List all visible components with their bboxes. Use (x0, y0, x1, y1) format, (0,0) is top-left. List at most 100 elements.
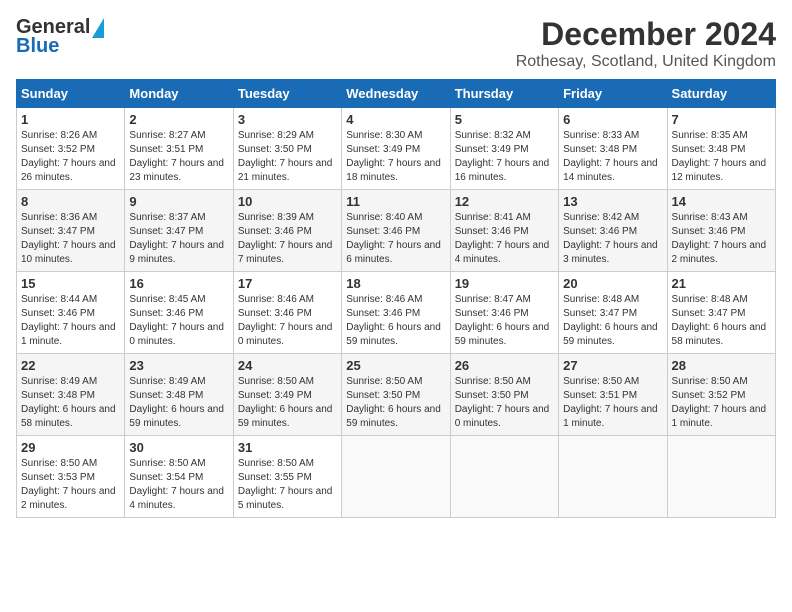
calendar-week-4: 22 Sunrise: 8:49 AMSunset: 3:48 PMDayligh… (17, 354, 776, 436)
header-saturday: Saturday (667, 80, 775, 108)
page-header: General Blue December 2024 Rothesay, Sco… (16, 16, 776, 71)
calendar-table: Sunday Monday Tuesday Wednesday Thursday… (16, 79, 776, 518)
day-info: Sunrise: 8:50 AMSunset: 3:54 PMDaylight:… (129, 457, 228, 513)
day-info: Sunrise: 8:32 AMSunset: 3:49 PMDaylight:… (455, 129, 554, 185)
day-info: Sunrise: 8:39 AMSunset: 3:46 PMDaylight:… (238, 211, 337, 267)
day-number: 8 (21, 194, 120, 209)
day-number: 30 (129, 440, 228, 455)
day-number: 28 (672, 358, 771, 373)
day-number: 13 (563, 194, 662, 209)
day-info: Sunrise: 8:49 AMSunset: 3:48 PMDaylight:… (21, 375, 120, 431)
table-row: 18Sunrise: 8:46 AMSunset: 3:46 PMDayligh… (342, 272, 450, 354)
day-info: Sunrise: 8:44 AMSunset: 3:46 PMDaylight:… (21, 293, 120, 349)
day-info: Sunrise: 8:50 AMSunset: 3:50 PMDaylight:… (346, 375, 445, 431)
calendar-week-5: 29 Sunrise: 8:50 AMSunset: 3:53 PMDayligh… (17, 436, 776, 518)
day-number: 12 (455, 194, 554, 209)
day-info: Sunrise: 8:48 AMSunset: 3:47 PMDaylight:… (563, 293, 662, 349)
day-number: 14 (672, 194, 771, 209)
header-sunday: Sunday (17, 80, 125, 108)
calendar-title: December 2024 (516, 16, 776, 53)
table-row: 22 Sunrise: 8:49 AMSunset: 3:48 PMDayligh… (17, 354, 125, 436)
day-info: Sunrise: 8:50 AMSunset: 3:50 PMDaylight:… (455, 375, 554, 431)
day-info: Sunrise: 8:50 AMSunset: 3:49 PMDaylight:… (238, 375, 337, 431)
day-number: 10 (238, 194, 337, 209)
day-number: 17 (238, 276, 337, 291)
calendar-week-2: 8 Sunrise: 8:36 AMSunset: 3:47 PMDaylight… (17, 190, 776, 272)
day-number: 5 (455, 112, 554, 127)
day-number: 22 (21, 358, 120, 373)
table-row: 14Sunrise: 8:43 AMSunset: 3:46 PMDayligh… (667, 190, 775, 272)
day-number: 27 (563, 358, 662, 373)
day-number: 26 (455, 358, 554, 373)
day-number: 6 (563, 112, 662, 127)
day-info: Sunrise: 8:27 AMSunset: 3:51 PMDaylight:… (129, 129, 228, 185)
day-info: Sunrise: 8:49 AMSunset: 3:48 PMDaylight:… (129, 375, 228, 431)
table-row: 5 Sunrise: 8:32 AMSunset: 3:49 PMDaylight… (450, 108, 558, 190)
table-row (667, 436, 775, 518)
calendar-subtitle: Rothesay, Scotland, United Kingdom (516, 53, 776, 71)
header-thursday: Thursday (450, 80, 558, 108)
table-row: 30 Sunrise: 8:50 AMSunset: 3:54 PMDayligh… (125, 436, 233, 518)
table-row (559, 436, 667, 518)
calendar-header-row: Sunday Monday Tuesday Wednesday Thursday… (17, 80, 776, 108)
day-info: Sunrise: 8:29 AMSunset: 3:50 PMDaylight:… (238, 129, 337, 185)
table-row: 3 Sunrise: 8:29 AMSunset: 3:50 PMDaylight… (233, 108, 341, 190)
day-info: Sunrise: 8:45 AMSunset: 3:46 PMDaylight:… (129, 293, 228, 349)
logo-blue: Blue (16, 35, 59, 58)
logo-triangle-icon (92, 18, 104, 38)
table-row: 31 Sunrise: 8:50 AMSunset: 3:55 PMDayligh… (233, 436, 341, 518)
calendar-week-3: 15 Sunrise: 8:44 AMSunset: 3:46 PMDayligh… (17, 272, 776, 354)
day-number: 29 (21, 440, 120, 455)
table-row: 29 Sunrise: 8:50 AMSunset: 3:53 PMDayligh… (17, 436, 125, 518)
header-monday: Monday (125, 80, 233, 108)
day-number: 24 (238, 358, 337, 373)
day-info: Sunrise: 8:33 AMSunset: 3:48 PMDaylight:… (563, 129, 662, 185)
header-wednesday: Wednesday (342, 80, 450, 108)
day-number: 2 (129, 112, 228, 127)
header-friday: Friday (559, 80, 667, 108)
day-number: 19 (455, 276, 554, 291)
table-row: 17 Sunrise: 8:46 AMSunset: 3:46 PMDayligh… (233, 272, 341, 354)
day-info: Sunrise: 8:46 AMSunset: 3:46 PMDaylight:… (238, 293, 337, 349)
table-row: 4 Sunrise: 8:30 AMSunset: 3:49 PMDaylight… (342, 108, 450, 190)
table-row: 23 Sunrise: 8:49 AMSunset: 3:48 PMDayligh… (125, 354, 233, 436)
day-info: Sunrise: 8:30 AMSunset: 3:49 PMDaylight:… (346, 129, 445, 185)
header-tuesday: Tuesday (233, 80, 341, 108)
day-number: 3 (238, 112, 337, 127)
table-row: 7Sunrise: 8:35 AMSunset: 3:48 PMDaylight… (667, 108, 775, 190)
day-number: 11 (346, 194, 445, 209)
day-info: Sunrise: 8:50 AMSunset: 3:55 PMDaylight:… (238, 457, 337, 513)
day-number: 31 (238, 440, 337, 455)
day-info: Sunrise: 8:36 AMSunset: 3:47 PMDaylight:… (21, 211, 120, 267)
table-row: 10 Sunrise: 8:39 AMSunset: 3:46 PMDayligh… (233, 190, 341, 272)
table-row: 21Sunrise: 8:48 AMSunset: 3:47 PMDayligh… (667, 272, 775, 354)
title-section: December 2024 Rothesay, Scotland, United… (516, 16, 776, 71)
day-info: Sunrise: 8:48 AMSunset: 3:47 PMDaylight:… (672, 293, 771, 349)
day-number: 15 (21, 276, 120, 291)
day-info: Sunrise: 8:40 AMSunset: 3:46 PMDaylight:… (346, 211, 445, 267)
day-info: Sunrise: 8:37 AMSunset: 3:47 PMDaylight:… (129, 211, 228, 267)
table-row: 28 Sunrise: 8:50 AMSunset: 3:52 PMDayligh… (667, 354, 775, 436)
day-number: 20 (563, 276, 662, 291)
table-row: 20 Sunrise: 8:48 AMSunset: 3:47 PMDayligh… (559, 272, 667, 354)
calendar-week-1: 1 Sunrise: 8:26 AMSunset: 3:52 PMDaylight… (17, 108, 776, 190)
table-row: 2 Sunrise: 8:27 AMSunset: 3:51 PMDaylight… (125, 108, 233, 190)
day-number: 23 (129, 358, 228, 373)
day-info: Sunrise: 8:47 AMSunset: 3:46 PMDaylight:… (455, 293, 554, 349)
day-info: Sunrise: 8:26 AMSunset: 3:52 PMDaylight:… (21, 129, 120, 185)
day-info: Sunrise: 8:50 AMSunset: 3:52 PMDaylight:… (672, 375, 771, 431)
table-row: 25 Sunrise: 8:50 AMSunset: 3:50 PMDayligh… (342, 354, 450, 436)
table-row (342, 436, 450, 518)
day-number: 25 (346, 358, 445, 373)
day-info: Sunrise: 8:35 AMSunset: 3:48 PMDaylight:… (672, 129, 771, 185)
table-row: 12Sunrise: 8:41 AMSunset: 3:46 PMDayligh… (450, 190, 558, 272)
table-row: 8 Sunrise: 8:36 AMSunset: 3:47 PMDaylight… (17, 190, 125, 272)
table-row: 9 Sunrise: 8:37 AMSunset: 3:47 PMDaylight… (125, 190, 233, 272)
day-info: Sunrise: 8:42 AMSunset: 3:46 PMDaylight:… (563, 211, 662, 267)
day-info: Sunrise: 8:50 AMSunset: 3:53 PMDaylight:… (21, 457, 120, 513)
table-row: 15 Sunrise: 8:44 AMSunset: 3:46 PMDayligh… (17, 272, 125, 354)
day-number: 4 (346, 112, 445, 127)
table-row: 26 Sunrise: 8:50 AMSunset: 3:50 PMDayligh… (450, 354, 558, 436)
day-number: 1 (21, 112, 120, 127)
day-number: 9 (129, 194, 228, 209)
